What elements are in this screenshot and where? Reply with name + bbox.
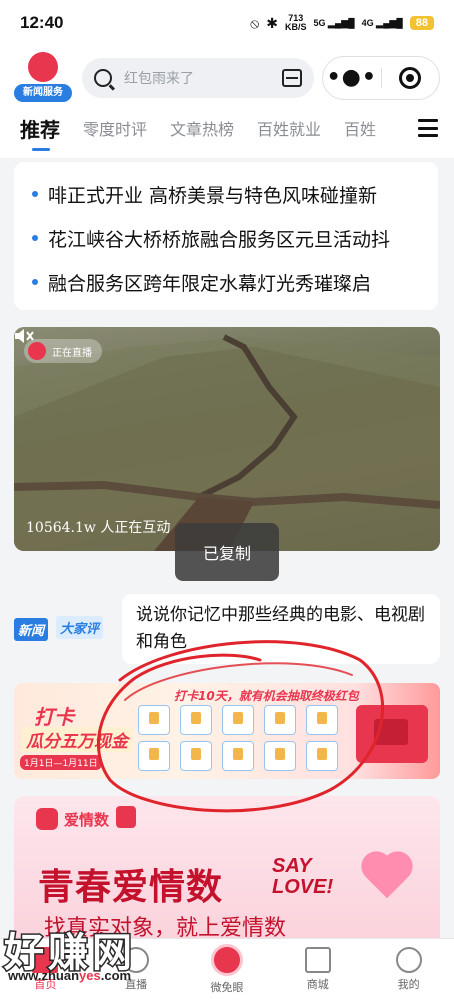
checkin-day-icon bbox=[222, 705, 254, 735]
love-title: 青春爱情数 bbox=[38, 867, 224, 908]
nav-label: 直播 bbox=[125, 978, 148, 991]
signal-4g: 4G ▂▄▆█ bbox=[361, 17, 403, 28]
red-envelope-icon bbox=[356, 705, 428, 763]
net-speed-unit: KB/S bbox=[284, 22, 307, 32]
news-item[interactable]: 融合服务区跨年限定水幕灯光秀璀璨启 bbox=[32, 260, 438, 304]
scan-icon[interactable] bbox=[282, 69, 302, 87]
alarm-off-icon: ⦸ bbox=[250, 14, 260, 31]
bullet-dot bbox=[32, 191, 38, 197]
logo-mark-icon bbox=[28, 52, 58, 82]
dajiaping-logo-part2: 大家评 bbox=[56, 616, 104, 639]
bullet-dot bbox=[32, 279, 38, 285]
nav-mianyan[interactable]: 微免眼 bbox=[182, 939, 273, 1000]
user-icon bbox=[395, 947, 422, 973]
checkin-day-icon bbox=[222, 741, 254, 771]
love-say: SAY LOVE! bbox=[272, 855, 334, 898]
news-title: 花江峡谷大桥桥旅融合服务区元旦活动抖 bbox=[48, 228, 391, 251]
home-icon bbox=[32, 947, 59, 973]
bluetooth-icon: ✱ bbox=[266, 14, 278, 31]
tab-lingdu-commentary[interactable]: 零度时评 bbox=[83, 116, 147, 140]
checkin-day-icon bbox=[264, 741, 296, 771]
nav-label: 首页 bbox=[34, 978, 57, 991]
checkin-day-icon bbox=[264, 705, 296, 735]
status-time: 12:40 bbox=[20, 13, 64, 32]
app-header: 新闻服务 红包雨来了 •●• 推荐 零度时评 文章热榜 百姓就业 百姓 bbox=[0, 46, 454, 158]
mianyan-icon bbox=[210, 944, 243, 976]
bullet-dot bbox=[32, 235, 38, 241]
news-item[interactable]: 花江峡谷大桥桥旅融合服务区元旦活动抖 bbox=[32, 216, 438, 260]
checkin-day-icon bbox=[138, 741, 170, 771]
live-badge: 正在直播 bbox=[24, 339, 102, 363]
net-speed: 713 KB/S bbox=[285, 14, 307, 32]
news-title: 啡正式开业 高桥美景与特色风味碰撞新 bbox=[48, 184, 378, 207]
mini-program-capsule: •●• bbox=[322, 56, 440, 100]
love-brand: 爱情数 bbox=[36, 808, 109, 830]
promo-date: 1月1日—1月11日 bbox=[20, 755, 102, 770]
nav-mall[interactable]: 商城 bbox=[272, 939, 363, 1000]
channel-tabs: 推荐 零度时评 文章热榜 百姓就业 百姓 bbox=[0, 108, 454, 151]
dajiaping-logo-part1: 新闻 bbox=[14, 618, 49, 641]
shopping-bag-icon bbox=[304, 947, 331, 973]
status-bar: 12:40 ⦸ ✱ 713 KB/S 5G ▂▄▆█ 4G ▂▄▆█ 88 bbox=[0, 0, 454, 46]
heart-logo-icon bbox=[36, 808, 58, 830]
nav-label: 商城 bbox=[306, 978, 329, 991]
partner-logo-icon bbox=[116, 806, 136, 828]
mute-icon[interactable] bbox=[14, 327, 34, 345]
live-tv-icon bbox=[123, 947, 150, 973]
discussion-row: 新闻 大家评 说说你记忆中那些经典的电影、电视剧和角色 bbox=[14, 594, 440, 666]
checkin-grid bbox=[138, 705, 338, 771]
nav-label: 我的 bbox=[397, 978, 420, 991]
tab-recommend[interactable]: 推荐 bbox=[20, 114, 60, 151]
discussion-topic[interactable]: 说说你记忆中那些经典的电影、电视剧和角色 bbox=[122, 594, 440, 664]
tab-employment[interactable]: 百姓就业 bbox=[257, 116, 321, 140]
promo-title: 打卡10天，就有机会抽取终极红包 bbox=[174, 689, 359, 703]
love-brand-name: 爱情数 bbox=[64, 810, 110, 829]
checkin-day-icon bbox=[180, 705, 212, 735]
bottom-nav: 首页 直播 微免眼 商城 我的 bbox=[0, 938, 454, 1000]
more-icon[interactable]: •●• bbox=[323, 67, 381, 89]
logo-text: 新闻服务 bbox=[14, 84, 72, 102]
news-list-card: 啡正式开业 高桥美景与特色风味碰撞新 花江峡谷大桥桥旅融合服务区元旦活动抖 融合… bbox=[14, 162, 438, 310]
news-item[interactable]: 啡正式开业 高桥美景与特色风味碰撞新 bbox=[32, 172, 438, 216]
tabs-fade bbox=[366, 108, 416, 148]
search-icon bbox=[94, 69, 112, 87]
checkin-day-icon bbox=[138, 705, 170, 735]
heart-icon bbox=[365, 855, 409, 899]
promo-left: 打卡 瓜分五万现金 1月1日—1月11日 bbox=[18, 697, 138, 770]
close-mini-program-icon[interactable] bbox=[381, 67, 439, 89]
signal-5g-label: 5G bbox=[313, 17, 326, 28]
app-logo[interactable]: 新闻服务 bbox=[14, 52, 72, 104]
news-title: 融合服务区跨年限定水幕灯光秀璀璨启 bbox=[48, 272, 372, 295]
promo-left-line1: 打卡 bbox=[34, 705, 74, 729]
checkin-promo-banner[interactable]: 打卡 瓜分五万现金 1月1日—1月11日 打卡10天，就有机会抽取终极红包 bbox=[14, 683, 440, 779]
live-viewer-count: 10564.1w 人正在互动 bbox=[26, 520, 171, 536]
channel-menu-icon[interactable] bbox=[418, 119, 438, 137]
nav-me[interactable]: 我的 bbox=[363, 939, 454, 1000]
live-badge-label: 正在直播 bbox=[52, 347, 92, 359]
live-video-card[interactable]: 正在直播 10564.1w 人正在互动 bbox=[14, 327, 440, 551]
checkin-day-icon bbox=[180, 741, 212, 771]
promo-left-line2: 瓜分五万现金 bbox=[22, 727, 132, 752]
checkin-day-icon bbox=[306, 741, 338, 771]
battery-icon: 88 bbox=[409, 16, 434, 30]
search-placeholder: 红包雨来了 bbox=[124, 71, 194, 87]
status-icons: ⦸ ✱ 713 KB/S 5G ▂▄▆█ 4G ▂▄▆█ 88 bbox=[250, 14, 434, 32]
signal-5g: 5G ▂▄▆█ bbox=[313, 17, 355, 28]
love-ad-card[interactable]: 爱情数 青春爱情数 SAY LOVE! 找真实对象，就上爱情数 bbox=[14, 796, 440, 946]
tab-article-hot[interactable]: 文章热榜 bbox=[170, 116, 234, 140]
search-input[interactable]: 红包雨来了 bbox=[82, 58, 314, 98]
signal-4g-label: 4G bbox=[361, 17, 374, 28]
nav-label: 微免眼 bbox=[210, 981, 244, 994]
nav-live[interactable]: 直播 bbox=[91, 939, 182, 1000]
dajiaping-logo[interactable]: 新闻 大家评 bbox=[14, 612, 112, 644]
nav-home[interactable]: 首页 bbox=[0, 939, 91, 1000]
copied-toast: 已复制 bbox=[175, 523, 279, 581]
checkin-day-icon bbox=[306, 705, 338, 735]
